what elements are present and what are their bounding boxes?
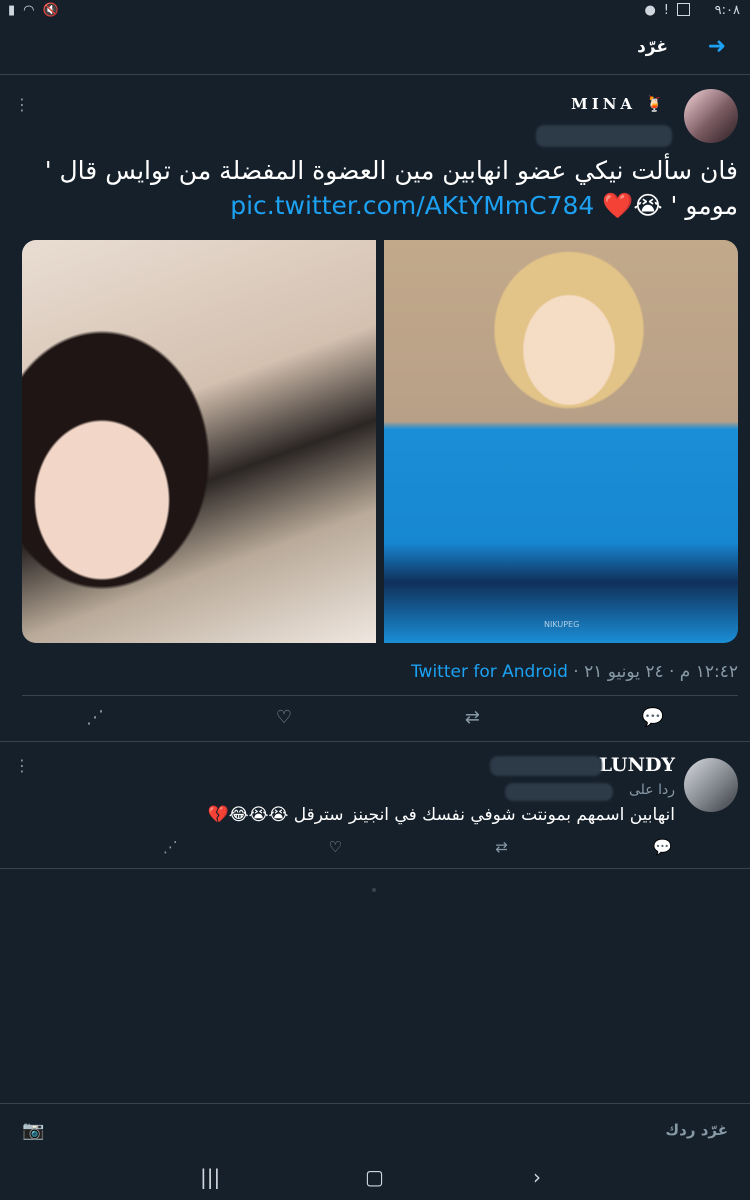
reply-emoji: 😭😭😂💔 — [207, 805, 289, 825]
more-vertical-icon[interactable]: ⋮ — [14, 758, 30, 774]
comment-icon[interactable]: 💬 — [653, 838, 672, 856]
status-left-icons: ▮ ◠ 🔇 — [8, 3, 59, 18]
retweet-icon[interactable]: ⇄ — [465, 707, 480, 728]
media-grid: NIKUPEG — [22, 240, 738, 643]
photo-watermark: NIKUPEG — [544, 620, 580, 629]
tweet-text: فان سألت نيكي عضو انهابين مين العضوة الم… — [40, 153, 738, 223]
status-bar: ▮ ◠ 🔇 ● ! ٩:٠٨ — [0, 0, 750, 24]
comment-icon[interactable]: 💬 — [642, 707, 664, 728]
home-icon[interactable]: ▢ — [365, 1165, 384, 1189]
reply-text: انهابين اسمهم بمونتت شوفي نفسك في انجينز… — [208, 805, 675, 825]
reply-body: انهابين اسمهم بمونتت شوفي نفسك في انجينز… — [288, 805, 675, 825]
photo-left[interactable] — [22, 240, 376, 643]
media-link[interactable]: pic.twitter.com/AKtYMmC784 — [230, 191, 594, 220]
arrow-right-icon[interactable]: ➜ — [708, 34, 726, 59]
main-tweet: MINA 🍹 ⋮ فان سألت نيكي عضو انهابين مين ا… — [0, 75, 750, 742]
photo-right[interactable]: NIKUPEG — [384, 240, 738, 643]
signal-icon: ▮ — [8, 3, 16, 18]
camera-icon[interactable]: 📷 — [22, 1120, 44, 1141]
checkbox-icon — [677, 3, 690, 16]
status-right-icons: ● ! — [644, 3, 690, 18]
share-icon[interactable]: ⋰ — [86, 707, 104, 728]
replying-to-label: ردا على — [629, 782, 675, 798]
display-name-emoji: 🍹 — [645, 95, 668, 113]
display-name[interactable]: MINA 🍹 — [571, 95, 668, 113]
tweet-timestamp: ١٢:٤٢ م · ٢٤ يونيو ٢١ · — [573, 662, 738, 682]
recent-apps-icon[interactable]: ||| — [200, 1165, 220, 1189]
share-icon[interactable]: ⋰ — [163, 838, 178, 856]
tweet-actions: 💬 ⇄ ♡ ⋰ — [0, 695, 750, 745]
system-navbar: ||| ▢ › — [0, 1153, 750, 1200]
more-vertical-icon[interactable]: ⋮ — [14, 97, 30, 113]
retweet-icon[interactable]: ⇄ — [495, 838, 508, 856]
replying-to: ردا على — [629, 782, 675, 798]
heart-icon[interactable]: ♡ — [329, 838, 342, 856]
mute-icon: 🔇 — [42, 3, 59, 18]
page-title: غرّد — [637, 37, 668, 57]
wifi-icon: ◠ — [23, 3, 35, 18]
tweet-meta: ١٢:٤٢ م · ٢٤ يونيو ٢١ · Twitter for Andr… — [411, 662, 738, 682]
replying-to-redacted — [505, 783, 613, 801]
header-bar: غرّد ➜ — [0, 24, 750, 75]
avatar[interactable] — [684, 89, 738, 143]
reply-handle-redacted — [490, 756, 602, 776]
display-name-text: MINA — [571, 95, 637, 113]
reply-tweet: LUNDY ردا على ⋮ انهابين اسمهم بمونتت شوف… — [0, 742, 750, 869]
status-time: ٩:٠٨ — [714, 3, 740, 18]
loading-dot — [372, 888, 376, 892]
handle-redacted — [536, 125, 672, 147]
reply-composer[interactable]: غرّد ردك 📷 — [0, 1103, 750, 1154]
alert-icon: ! — [663, 3, 669, 18]
reply-input[interactable]: غرّد ردك — [665, 1121, 728, 1139]
heart-icon[interactable]: ♡ — [276, 707, 292, 728]
tweet-source[interactable]: Twitter for Android — [411, 662, 568, 682]
reply-display-name[interactable]: LUNDY — [599, 754, 675, 776]
avatar[interactable] — [684, 758, 738, 812]
tweet-emoji: 😭❤️ — [602, 191, 663, 220]
reply-actions: 💬 ⇄ ♡ ⋰ — [0, 838, 750, 868]
back-icon[interactable]: › — [533, 1165, 541, 1189]
message-icon: ● — [644, 3, 656, 18]
